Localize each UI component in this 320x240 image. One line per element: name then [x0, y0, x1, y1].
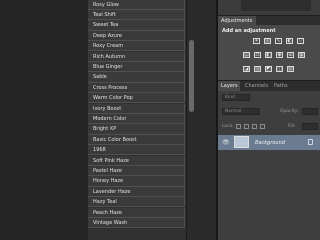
color-lookup-icon[interactable]: ▦: [298, 52, 305, 58]
threshold-icon[interactable]: ◩: [265, 66, 272, 72]
kind-filter-select[interactable]: Kind: [222, 94, 250, 101]
preset-item[interactable]: Teal Shift: [88, 9, 185, 21]
exposure-icon[interactable]: ◐: [286, 38, 293, 44]
kind-filter-label: Kind: [225, 95, 235, 100]
preset-item[interactable]: Blue Ginger: [88, 61, 185, 73]
lock-all-icon[interactable]: [260, 124, 265, 129]
preset-label: Peach Haze: [93, 209, 123, 216]
adjustments-tabbar: Adjustments: [218, 15, 320, 26]
blend-mode-select[interactable]: Normal: [222, 108, 260, 115]
preset-label: Rich Autumn: [93, 53, 126, 60]
photo-filter-icon[interactable]: ◉: [276, 52, 283, 58]
preset-item[interactable]: Basic Color Boost: [88, 134, 185, 146]
preset-item[interactable]: Lavender Haze: [88, 186, 185, 198]
preset-label: Pastel Haze: [93, 167, 122, 174]
preset-label: Sweet Tea: [93, 22, 119, 29]
preset-item[interactable]: Warm Color Pop: [88, 93, 185, 104]
layer-lock-icon: [308, 139, 313, 145]
preset-label: Honey Haze: [93, 178, 124, 185]
levels-icon[interactable]: ▥: [264, 38, 271, 44]
preset-item[interactable]: Bright XP: [88, 124, 185, 135]
preset-item[interactable]: Rosy Glow: [88, 0, 185, 10]
selective-color-icon[interactable]: ◫: [276, 66, 283, 72]
preset-item[interactable]: Deep Azure: [88, 30, 185, 42]
layers-tabbar: Layers Channels Paths: [218, 80, 320, 91]
fill-label: Fill:: [288, 124, 296, 129]
preset-label: Lavender Haze: [93, 188, 131, 195]
black-white-icon[interactable]: ◧: [265, 52, 272, 58]
vibrance-icon[interactable]: ▽: [297, 38, 304, 44]
preset-item[interactable]: Roxy Cream: [88, 41, 185, 52]
preset-label: Hazy Teal: [93, 199, 117, 206]
preset-scrollbar[interactable]: [186, 0, 198, 240]
preset-item[interactable]: Sweet Tea: [88, 20, 185, 31]
preset-label: Deep Azure: [93, 32, 123, 39]
preset-item[interactable]: Vintage Wash: [88, 217, 185, 229]
fill-field[interactable]: [302, 123, 318, 130]
preset-label: Vintage Wash: [93, 219, 128, 226]
preset-item[interactable]: Sable: [88, 72, 185, 83]
preset-label: Basic Color Boost: [93, 136, 137, 143]
preset-label: 1968: [93, 147, 106, 154]
preset-item[interactable]: Peach Haze: [88, 207, 185, 218]
preset-label: Modern Color: [93, 115, 127, 122]
color-balance-icon[interactable]: ⚖: [254, 52, 261, 58]
scrollbar-thumb[interactable]: [189, 40, 194, 112]
lock-transparent-icon[interactable]: [236, 124, 241, 129]
posterize-icon[interactable]: ▨: [254, 66, 261, 72]
opacity-label: Opacity:: [280, 109, 299, 114]
gradient-map-icon[interactable]: ▧: [287, 66, 294, 72]
channel-mixer-icon[interactable]: ⊞: [287, 52, 294, 58]
layer-name[interactable]: Background: [255, 140, 285, 146]
preset-label: Teal Shift: [93, 11, 116, 18]
preset-label: Sable: [93, 74, 107, 81]
tab-layers[interactable]: Layers: [218, 81, 240, 91]
adjustments-heading: Add an adjustment: [222, 28, 276, 34]
blend-mode-label: Normal: [225, 109, 242, 114]
preset-item[interactable]: Modern Color: [88, 113, 185, 125]
histogram-strip: [241, 0, 311, 11]
hue-saturation-icon[interactable]: ▤: [243, 52, 250, 58]
preset-list: Rosy Glow Teal Shift Sweet Tea Deep Azure Ro…: [88, 0, 186, 240]
panel-gap: [198, 0, 216, 240]
preset-label: Warm Color Pop: [93, 95, 133, 102]
preset-item[interactable]: Honey Haze: [88, 176, 185, 187]
preset-item[interactable]: Pastel Haze: [88, 165, 185, 177]
lock-position-icon[interactable]: [252, 124, 257, 129]
preset-label: Bright XP: [93, 126, 117, 133]
preset-label: Roxy Cream: [93, 43, 124, 50]
preset-item[interactable]: Soft Pink Haze: [88, 155, 185, 166]
preset-label: Cross Process: [93, 84, 128, 91]
lock-label: Lock:: [222, 124, 234, 129]
opacity-field[interactable]: [302, 108, 318, 115]
preset-item[interactable]: Hazy Teal: [88, 197, 185, 208]
preset-label: Rosy Glow: [93, 1, 119, 8]
curves-icon[interactable]: ∿: [275, 38, 282, 44]
visibility-eye-icon[interactable]: 👁: [222, 139, 230, 146]
preset-item[interactable]: Rich Autumn: [88, 51, 185, 62]
preset-label: Blue Ginger: [93, 63, 123, 70]
lock-image-icon[interactable]: [244, 124, 249, 129]
preset-label: Ivory Boost: [93, 105, 122, 112]
brightness-contrast-icon[interactable]: ☀: [253, 38, 260, 44]
invert-icon[interactable]: ◪: [243, 66, 250, 72]
tab-channels[interactable]: Channels: [242, 81, 271, 91]
tab-paths[interactable]: Paths: [271, 81, 291, 91]
layer-thumbnail: [234, 136, 249, 148]
canvas-area: [0, 0, 88, 240]
preset-item[interactable]: 1968: [88, 145, 185, 156]
preset-item[interactable]: Ivory Boost: [88, 103, 185, 114]
preset-label: Soft Pink Haze: [93, 157, 129, 164]
preset-item[interactable]: Cross Process: [88, 82, 185, 94]
